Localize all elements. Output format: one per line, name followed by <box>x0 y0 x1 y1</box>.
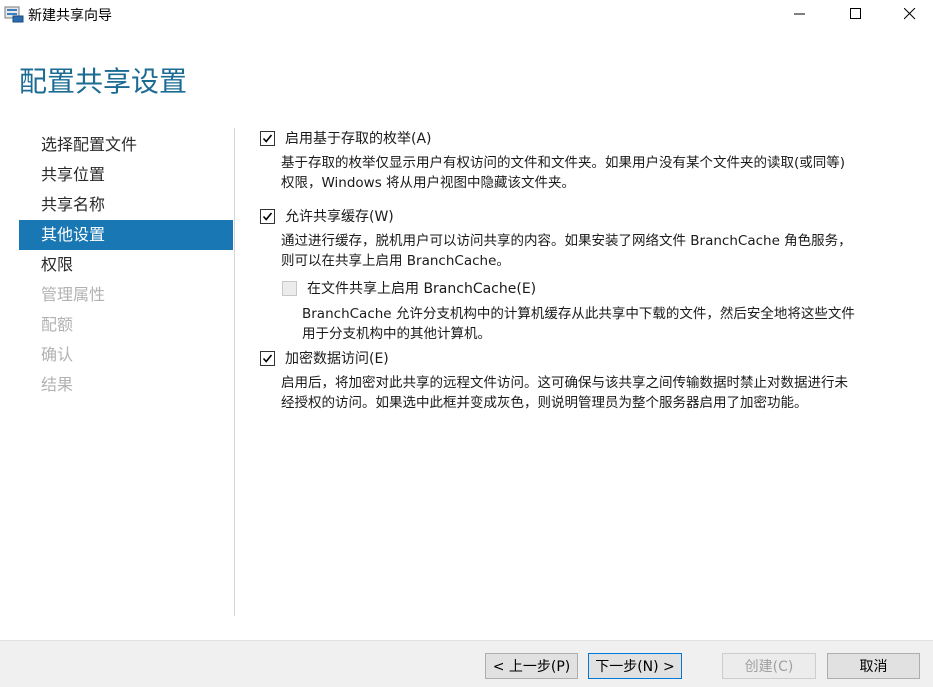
next-button[interactable]: 下一步(N) > <box>588 653 682 679</box>
minimize-icon <box>794 13 805 15</box>
checkmark-icon <box>262 211 273 221</box>
checkmark-icon <box>262 353 273 363</box>
caching-label[interactable]: 允许共享缓存(W) <box>285 206 394 226</box>
close-button[interactable] <box>887 0 933 28</box>
maximize-icon <box>850 8 861 19</box>
nav-step-share-name[interactable]: 共享名称 <box>19 190 233 220</box>
nav-step-confirmation: 确认 <box>41 345 74 364</box>
encrypt-label[interactable]: 加密数据访问(E) <box>285 348 389 368</box>
nav-step-select-profile[interactable]: 选择配置文件 <box>19 130 233 160</box>
minimize-button[interactable] <box>777 0 823 28</box>
nav-step-results: 结果 <box>41 375 74 394</box>
caching-description: 通过进行缓存，脱机用户可以访问共享的内容。如果安装了网络文件 BranchCac… <box>281 233 852 269</box>
branchcache-label: 在文件共享上启用 BranchCache(E) <box>307 281 537 297</box>
maximize-button[interactable] <box>833 0 879 28</box>
option-allow-caching: 允许共享缓存(W) 通过进行缓存，脱机用户可以访问共享的内容。如果安装了网络文件… <box>260 206 920 271</box>
encrypt-checkbox[interactable] <box>260 350 275 366</box>
abe-label[interactable]: 启用基于存取的枚举(A) <box>285 128 432 148</box>
nav-step-permissions[interactable]: 权限 <box>19 250 233 280</box>
wizard-footer: < 上一步(P) 下一步(N) > 创建(C) 取消 <box>0 640 933 687</box>
option-encrypt-data-access: 加密数据访问(E) 启用后，将加密对此共享的远程文件访问。这可确保与该共享之间传… <box>260 348 920 413</box>
checkmark-icon <box>262 133 273 143</box>
abe-description: 基于存取的枚举仅显示用户有权访问的文件和文件夹。如果用户没有某个文件夹的读取(或… <box>281 155 846 191</box>
close-icon <box>904 8 916 20</box>
option-access-based-enumeration: 启用基于存取的枚举(A) 基于存取的枚举仅显示用户有权访问的文件和文件夹。如果用… <box>260 128 920 193</box>
window-title: 新建共享向导 <box>28 8 112 24</box>
caching-checkbox[interactable] <box>260 208 275 224</box>
branchcache-checkbox <box>282 280 297 296</box>
nav-divider <box>234 128 235 616</box>
branchcache-description: BranchCache 允许分支机构中的计算机缓存从此共享中下载的文件，然后安全… <box>302 306 855 342</box>
nav-step-other-settings[interactable]: 其他设置 <box>19 220 233 250</box>
nav-step-share-location[interactable]: 共享位置 <box>19 160 233 190</box>
title-bar: 新建共享向导 <box>0 0 933 28</box>
page-title: 配置共享设置 <box>19 65 188 98</box>
nav-step-quota: 配额 <box>41 315 74 334</box>
cancel-button[interactable]: 取消 <box>827 653 920 679</box>
option-enable-branchcache: 在文件共享上启用 BranchCache(E) BranchCache 允许分支… <box>282 278 922 344</box>
abe-checkbox[interactable] <box>260 130 275 146</box>
create-button: 创建(C) <box>722 653 816 679</box>
wizard-steps-nav: 选择配置文件 共享位置 共享名称 其他设置 权限 管理属性 配额 确认 结果 <box>19 130 233 400</box>
encrypt-description: 启用后，将加密对此共享的远程文件访问。这可确保与该共享之间传输数据时禁止对数据进… <box>281 375 848 411</box>
server-manager-icon <box>4 4 24 24</box>
previous-button[interactable]: < 上一步(P) <box>485 653 578 679</box>
nav-step-management-properties: 管理属性 <box>41 285 106 304</box>
